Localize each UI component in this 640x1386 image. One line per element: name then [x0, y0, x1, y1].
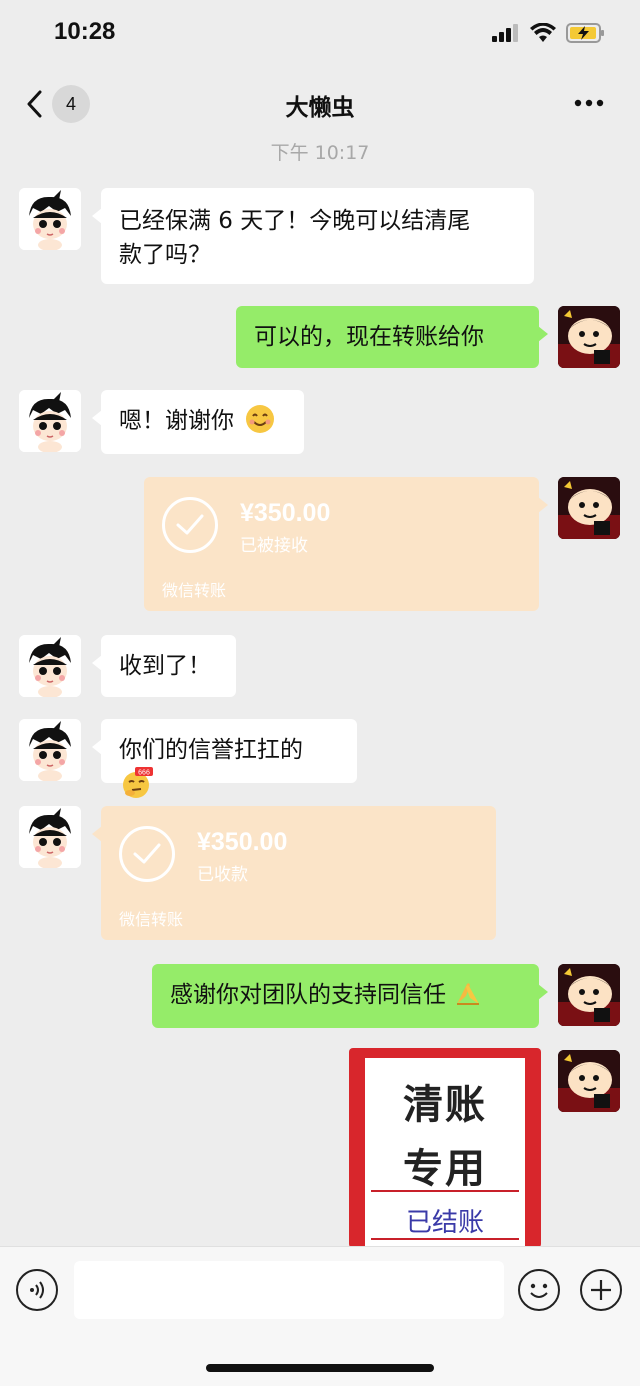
cartoon-character-avatar-icon	[558, 964, 620, 1026]
message-text-line: 已经保满 6 天了！今晚可以结清尾	[119, 208, 471, 234]
smile-emoji	[246, 405, 275, 433]
message-bubble-sent[interactable]: 可以的，现在转账给你	[236, 306, 548, 368]
transfer-label: 微信转账	[119, 910, 184, 929]
message-text: 你们的信誉扛扛的	[119, 737, 303, 763]
sticker-line1: 清账	[403, 1082, 487, 1128]
signal-icon	[492, 24, 518, 42]
sticker-stamp: 已结账	[405, 1208, 484, 1238]
cartoon-character-avatar-icon	[558, 306, 620, 368]
transfer-card-received[interactable]: ¥350.00 已收款 微信转账	[92, 806, 496, 940]
cartoon-boy-avatar-icon	[19, 719, 81, 781]
more-actions-button[interactable]	[580, 1269, 622, 1311]
message-bubble-received[interactable]: 已经保满 6 天了！今晚可以结清尾 款了吗？	[92, 188, 534, 284]
message-text: 收到了！	[119, 653, 211, 679]
contact-avatar[interactable]	[19, 806, 81, 868]
svg-text:666: 666	[138, 770, 150, 777]
message-timestamp: 下午 10:17	[270, 142, 370, 164]
message-text: 可以的，现在转账给你	[254, 324, 484, 350]
666-thinking-emoji: 666	[123, 767, 153, 798]
cartoon-character-avatar-icon	[558, 1050, 620, 1112]
contact-avatar[interactable]	[19, 390, 81, 452]
transfer-status: 已收款	[197, 865, 248, 885]
voice-wave-icon	[30, 1281, 44, 1299]
status-time: 10:28	[54, 18, 116, 45]
sticker-divider	[371, 1238, 519, 1240]
wifi-icon	[530, 23, 556, 42]
plus-icon	[591, 1280, 611, 1300]
cartoon-boy-avatar-icon	[19, 390, 81, 452]
transfer-status: 已被接收	[240, 536, 308, 556]
check-circle-icon	[119, 826, 175, 882]
cartoon-boy-avatar-icon	[19, 635, 81, 697]
sticker-card: 清账 专用 已结账	[365, 1058, 525, 1248]
contact-avatar[interactable]	[19, 635, 81, 697]
cartoon-boy-avatar-icon	[19, 188, 81, 250]
pray-hands-emoji	[457, 983, 480, 1005]
emoji-button[interactable]	[518, 1269, 560, 1311]
cartoon-boy-avatar-icon	[19, 806, 81, 868]
status-icons	[492, 22, 606, 44]
transfer-amount: ¥350.00	[240, 499, 331, 527]
message-bubble-sent[interactable]: 感谢你对团队的支持同信任	[152, 964, 548, 1028]
sticker-line2: 专用	[403, 1146, 487, 1192]
my-avatar[interactable]	[558, 1050, 620, 1112]
message-text: 感谢你对团队的支持同信任	[170, 982, 446, 1008]
message-bubble-received[interactable]: 嗯！谢谢你	[92, 390, 304, 454]
cartoon-character-avatar-icon	[558, 477, 620, 539]
chat-header: 4 大懒虫	[0, 72, 640, 134]
my-avatar[interactable]	[558, 964, 620, 1026]
transfer-amount: ¥350.00	[197, 828, 288, 856]
message-bubble-received[interactable]: 收到了！	[92, 635, 236, 697]
my-avatar[interactable]	[558, 306, 620, 368]
transfer-card-sent[interactable]: ¥350.00 已被接收 微信转账	[144, 477, 548, 611]
battery-charging-icon	[566, 23, 604, 43]
sticker-divider	[371, 1190, 519, 1192]
message-text-line: 款了吗？	[119, 242, 211, 268]
more-button[interactable]	[574, 92, 604, 111]
message-input[interactable]	[74, 1261, 504, 1319]
contact-avatar[interactable]	[19, 188, 81, 250]
message-text: 嗯！谢谢你	[119, 408, 234, 434]
voice-button[interactable]	[16, 1269, 58, 1311]
chat-title: 大懒虫	[285, 95, 355, 121]
more-dots-icon	[574, 99, 604, 107]
transfer-label: 微信转账	[162, 581, 227, 600]
home-indicator	[206, 1364, 434, 1372]
status-bar: 10:28	[0, 0, 640, 70]
check-circle-icon	[162, 497, 218, 553]
sticker-image[interactable]: 清账 专用 已结账	[349, 1048, 541, 1248]
smiley-face-icon	[530, 1283, 548, 1298]
my-avatar[interactable]	[558, 477, 620, 539]
message-bubble-received[interactable]: 你们的信誉扛扛的 666	[92, 719, 357, 798]
contact-avatar[interactable]	[19, 719, 81, 781]
